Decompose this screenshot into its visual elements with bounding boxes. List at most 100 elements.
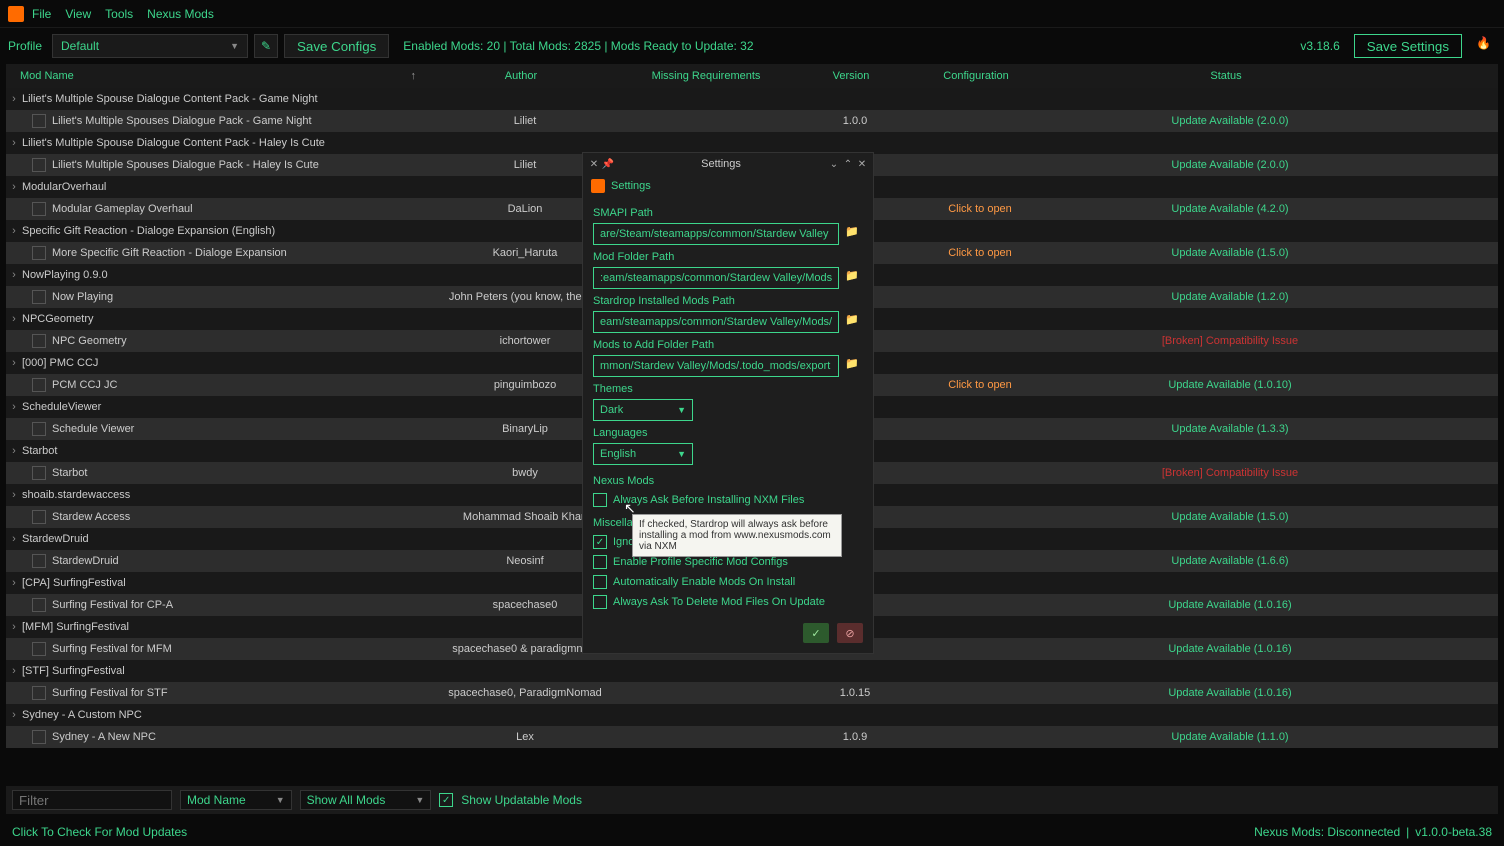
languages-label: Languages <box>593 427 863 439</box>
menu-file[interactable]: File <box>32 7 51 21</box>
auto-enable-checkbox[interactable] <box>593 575 607 589</box>
mod-version: 1.0.0 <box>810 115 900 127</box>
show-updatable-checkbox[interactable]: ✓ <box>439 793 453 807</box>
mod-checkbox[interactable] <box>32 642 46 656</box>
mod-status: Update Available (2.0.0) <box>1060 159 1400 171</box>
profile-select[interactable]: Default ▼ <box>52 34 248 58</box>
col-mod-name[interactable]: Mod Name ↑ <box>6 70 436 82</box>
always-ask-nxm-checkbox[interactable] <box>593 493 607 507</box>
folder-icon[interactable]: 📁 <box>845 357 863 375</box>
mod-folder-name: Sydney - A Custom NPC <box>22 709 432 721</box>
table-row[interactable]: › Liliet's Multiple Spouse Dialogue Cont… <box>6 132 1498 154</box>
mod-status: Update Available (1.1.0) <box>1060 731 1400 743</box>
always-delete-checkbox[interactable] <box>593 595 607 609</box>
mod-checkbox[interactable] <box>32 422 46 436</box>
table-row[interactable]: Surfing Festival for STF spacechase0, Pa… <box>6 682 1498 704</box>
maximize-icon[interactable]: ⌃ <box>841 157 855 171</box>
expand-icon[interactable]: › <box>6 269 22 281</box>
table-row[interactable]: Liliet's Multiple Spouses Dialogue Pack … <box>6 110 1498 132</box>
col-status[interactable]: Status <box>1056 70 1396 82</box>
expand-icon[interactable]: › <box>6 665 22 677</box>
mod-checkbox[interactable] <box>32 158 46 172</box>
mod-config-link[interactable]: Click to open <box>900 379 1060 391</box>
table-row[interactable]: › Liliet's Multiple Spouse Dialogue Cont… <box>6 88 1498 110</box>
dialog-titlebar[interactable]: ✕ 📌 Settings ⌄ ⌃ ✕ <box>583 153 873 175</box>
mod-folder-name: Specific Gift Reaction - Dialoge Expansi… <box>22 225 432 237</box>
heading-text: Settings <box>611 180 651 192</box>
mod-folder-name: [STF] SurfingFestival <box>22 665 432 677</box>
mod-checkbox[interactable] <box>32 334 46 348</box>
expand-icon[interactable]: › <box>6 401 22 413</box>
table-row[interactable]: Sydney - A New NPC Lex 1.0.9 Update Avai… <box>6 726 1498 748</box>
always-delete-label: Always Ask To Delete Mod Files On Update <box>613 596 825 608</box>
mod-checkbox[interactable] <box>32 290 46 304</box>
menu-tools[interactable]: Tools <box>105 7 133 21</box>
languages-select[interactable]: English ▼ <box>593 443 693 465</box>
mod-config-link[interactable]: Click to open <box>900 247 1060 259</box>
close-icon[interactable]: ✕ <box>587 157 601 171</box>
expand-icon[interactable]: › <box>6 137 22 149</box>
col-version[interactable]: Version <box>806 70 896 82</box>
mod-folder-name: Starbot <box>22 445 432 457</box>
chevron-down-icon: ▼ <box>677 449 686 459</box>
mod-config-link[interactable]: Click to open <box>900 203 1060 215</box>
expand-icon[interactable]: › <box>6 357 22 369</box>
filter-input[interactable] <box>12 790 172 810</box>
modfolder-path-input[interactable] <box>593 267 839 289</box>
mod-checkbox[interactable] <box>32 466 46 480</box>
mod-checkbox[interactable] <box>32 730 46 744</box>
save-settings-button[interactable]: Save Settings <box>1354 34 1462 58</box>
minimize-icon[interactable]: ⌄ <box>827 157 841 171</box>
mod-checkbox[interactable] <box>32 598 46 612</box>
save-configs-button[interactable]: Save Configs <box>284 34 389 58</box>
fire-icon[interactable]: 🔥 <box>1476 36 1496 56</box>
menu-view[interactable]: View <box>65 7 91 21</box>
mod-checkbox[interactable] <box>32 378 46 392</box>
expand-icon[interactable]: › <box>6 313 22 325</box>
table-row[interactable]: › Sydney - A Custom NPC <box>6 704 1498 726</box>
col-configuration[interactable]: Configuration <box>896 70 1056 82</box>
enable-profile-checkbox[interactable] <box>593 555 607 569</box>
expand-icon[interactable]: › <box>6 533 22 545</box>
check-updates-link[interactable]: Click To Check For Mod Updates <box>12 825 187 839</box>
folder-icon[interactable]: 📁 <box>845 313 863 331</box>
addfolder-path-input[interactable] <box>593 355 839 377</box>
mod-status: Update Available (1.0.16) <box>1060 599 1400 611</box>
pin-icon[interactable]: 📌 <box>601 157 615 171</box>
expand-icon[interactable]: › <box>6 181 22 193</box>
themes-select[interactable]: Dark ▼ <box>593 399 693 421</box>
expand-icon[interactable]: › <box>6 93 22 105</box>
mod-name: Liliet's Multiple Spouses Dialogue Pack … <box>52 159 440 171</box>
mod-checkbox[interactable] <box>32 686 46 700</box>
expand-icon[interactable]: › <box>6 709 22 721</box>
ignore-hidden-checkbox[interactable]: ✓ <box>593 535 607 549</box>
menu-nexus[interactable]: Nexus Mods <box>147 7 214 21</box>
mod-checkbox[interactable] <box>32 114 46 128</box>
folder-icon[interactable]: 📁 <box>845 225 863 243</box>
mod-checkbox[interactable] <box>32 202 46 216</box>
expand-icon[interactable]: › <box>6 489 22 501</box>
mod-checkbox[interactable] <box>32 246 46 260</box>
cancel-button[interactable]: ⊘ <box>837 623 863 643</box>
sort-by-select[interactable]: Mod Name ▼ <box>180 790 292 810</box>
col-author[interactable]: Author <box>436 70 606 82</box>
profile-edit-button[interactable]: ✎ <box>254 34 278 58</box>
folder-icon[interactable]: 📁 <box>845 269 863 287</box>
expand-icon[interactable]: › <box>6 445 22 457</box>
mod-checkbox[interactable] <box>32 554 46 568</box>
expand-icon[interactable]: › <box>6 577 22 589</box>
expand-icon[interactable]: › <box>6 621 22 633</box>
mod-name: Now Playing <box>52 291 440 303</box>
expand-icon[interactable]: › <box>6 225 22 237</box>
ok-button[interactable]: ✓ <box>803 623 829 643</box>
col-requirements[interactable]: Missing Requirements <box>606 70 806 82</box>
mod-folder-name: NPCGeometry <box>22 313 432 325</box>
smapi-path-input[interactable] <box>593 223 839 245</box>
mod-author: spacechase0, ParadigmNomad <box>440 687 610 699</box>
themes-label: Themes <box>593 383 863 395</box>
installed-path-input[interactable] <box>593 311 839 333</box>
close-icon[interactable]: ✕ <box>855 157 869 171</box>
mod-checkbox[interactable] <box>32 510 46 524</box>
table-row[interactable]: › [STF] SurfingFestival <box>6 660 1498 682</box>
show-filter-select[interactable]: Show All Mods ▼ <box>300 790 432 810</box>
